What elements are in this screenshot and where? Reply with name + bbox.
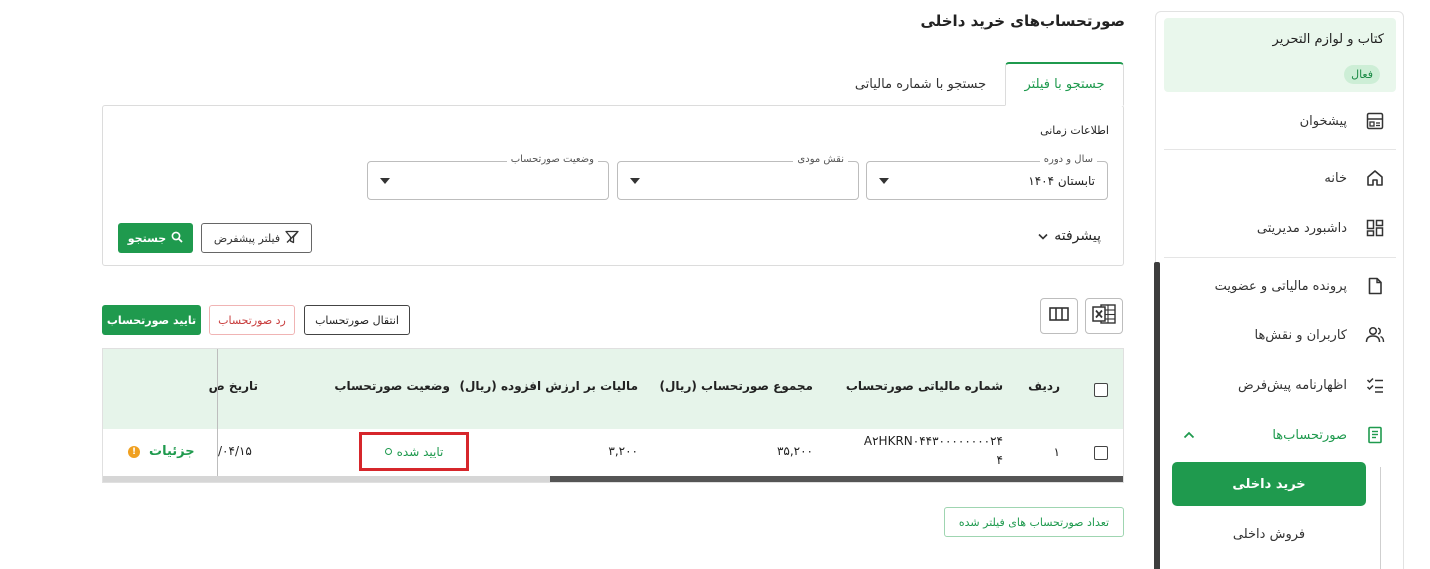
caret-down-icon: [630, 178, 640, 184]
sidebar-subitem-domestic-sales[interactable]: فروش داخلی: [1172, 512, 1366, 556]
sidebar-item-label: کاربران و نقش‌ها: [1254, 327, 1347, 343]
status-dot-icon: [384, 448, 392, 455]
tab-filter-search[interactable]: جستجو با فیلتر: [1005, 62, 1124, 106]
chevron-up-icon[interactable]: [1181, 427, 1197, 443]
dashboard-icon: [1365, 218, 1385, 238]
sidebar-item-tax-file[interactable]: پرونده مالیاتی و عضویت: [1155, 266, 1403, 306]
sidebar-item-label: پیشخوان: [1299, 113, 1347, 129]
excel-icon: [1092, 303, 1116, 329]
filter-panel: اطلاعات زمانی سال و دوره تابستان ۱۴۰۴ نق…: [102, 105, 1124, 266]
column-header-vat[interactable]: مالیات بر ارزش افزوده (ریال): [459, 379, 638, 393]
default-filter-button[interactable]: فیلتر پیشفرض: [201, 223, 312, 253]
sidebar-item-dashboard[interactable]: داشبورد مدیریتی: [1155, 208, 1403, 248]
select-label: سال و دوره: [1039, 154, 1097, 165]
sidebar-item-label: اظهارنامه پیش‌فرض: [1237, 377, 1347, 393]
caret-down-icon: [380, 178, 390, 184]
sidebar-item-label: خانه: [1324, 170, 1347, 186]
filtered-count-button[interactable]: تعداد صورتحساب های فیلتر شده: [944, 507, 1124, 537]
year-period-select[interactable]: سال و دوره تابستان ۱۴۰۴: [866, 154, 1108, 200]
cell-row-number: ۱: [1053, 445, 1060, 459]
invoice-status-select[interactable]: وضعیت صورتحساب: [367, 154, 609, 200]
page-title: صورتحساب‌های خرید داخلی: [920, 12, 1125, 30]
business-card: کتاب و لوازم التحریر فعال: [1164, 18, 1396, 92]
sidebar-item-default-declaration[interactable]: اظهارنامه پیش‌فرض: [1155, 365, 1403, 405]
cell-vat: ۳,۲۰۰: [608, 444, 638, 458]
select-label: نقش مودی: [793, 154, 848, 165]
column-header-total[interactable]: مجموع صورتحساب (ریال): [660, 379, 813, 393]
business-status-badge: فعال: [1344, 65, 1380, 84]
cell-tax-number: A۲HKRN۰۴۴۳۰۰۰۰۰۰۰۰۲۴: [863, 434, 1003, 448]
sidebar-item-users[interactable]: کاربران و نقش‌ها: [1155, 315, 1403, 355]
columns-button[interactable]: [1040, 298, 1078, 334]
sidebar-subitem-domestic-purchase[interactable]: خرید داخلی: [1172, 462, 1366, 506]
business-name: کتاب و لوازم التحریر: [1272, 32, 1384, 47]
row-checkbox[interactable]: [1094, 446, 1108, 460]
status-badge: تایید شده: [359, 432, 469, 471]
details-link[interactable]: جزئیات: [149, 444, 195, 459]
select-value: تابستان ۱۴۰۴: [1028, 174, 1095, 188]
advanced-toggle[interactable]: پیشرفته: [1038, 228, 1101, 244]
sticky-column-divider: [217, 349, 218, 477]
search-icon: [171, 231, 183, 246]
select-all-checkbox[interactable]: [1094, 383, 1108, 397]
default-filter-label: فیلتر پیشفرض: [213, 231, 281, 245]
invoices-table: ردیف شماره مالیاتی صورتحساب مجموع صورتحس…: [102, 348, 1124, 483]
invoice-icon: [1365, 425, 1385, 445]
sidebar-item-home[interactable]: خانه: [1155, 158, 1403, 198]
sidebar-divider: [1164, 257, 1396, 258]
caret-down-icon: [879, 178, 889, 184]
column-header-status[interactable]: وضعیت صورتحساب: [334, 379, 450, 393]
sidebar: کتاب و لوازم التحریر فعال پیشخوان خانه د…: [1154, 11, 1404, 569]
sidebar-item-label: صورتحساب‌ها: [1272, 427, 1347, 443]
cell-tax-number-wrap: ۴: [996, 453, 1003, 467]
cell-date: ۰۴/۱۵/: [218, 444, 252, 458]
chevron-down-icon: [1038, 228, 1048, 244]
excel-export-button[interactable]: [1085, 298, 1123, 334]
sidebar-divider: [1164, 149, 1396, 150]
sidebar-item-invoices[interactable]: صورتحساب‌ها: [1155, 415, 1403, 455]
transfer-invoice-button[interactable]: انتقال صورتحساب: [304, 305, 410, 335]
checklist-icon: [1365, 375, 1385, 395]
file-icon: [1365, 276, 1385, 296]
select-label: وضعیت صورتحساب: [506, 154, 598, 165]
advanced-label: پیشرفته: [1054, 228, 1101, 244]
column-header-row[interactable]: ردیف: [1028, 379, 1060, 393]
sidebar-item-label: داشبورد مدیریتی: [1256, 220, 1347, 236]
filter-clear-icon: [285, 230, 299, 247]
sidebar-item-counter[interactable]: پیشخوان: [1155, 101, 1403, 141]
submenu-line: [1380, 467, 1381, 569]
users-icon: [1365, 325, 1385, 345]
column-header-date[interactable]: تاریخ ص: [209, 379, 258, 393]
confirm-invoice-button[interactable]: تایید صورتحساب: [102, 305, 201, 335]
time-info-label: اطلاعات زمانی: [1040, 124, 1109, 137]
counter-icon: [1365, 111, 1385, 131]
search-label: جستجو: [127, 231, 167, 245]
columns-icon: [1049, 306, 1069, 326]
horizontal-scrollbar-thumb[interactable]: [550, 476, 1123, 482]
home-icon: [1365, 168, 1385, 188]
sidebar-item-label: پرونده مالیاتی و عضویت: [1214, 278, 1347, 294]
tab-tax-number-search[interactable]: جستجو با شماره مالیاتی: [838, 62, 1003, 106]
cell-total: ۳۵,۲۰۰: [776, 444, 813, 458]
search-button[interactable]: جستجو: [118, 223, 193, 253]
reject-invoice-button[interactable]: رد صورتحساب: [209, 305, 295, 335]
status-label: تایید شده: [396, 444, 444, 459]
taxpayer-role-select[interactable]: نقش مودی: [617, 154, 859, 200]
column-header-tax-number[interactable]: شماره مالیاتی صورتحساب: [846, 379, 1003, 393]
warning-icon[interactable]: !: [128, 446, 140, 458]
